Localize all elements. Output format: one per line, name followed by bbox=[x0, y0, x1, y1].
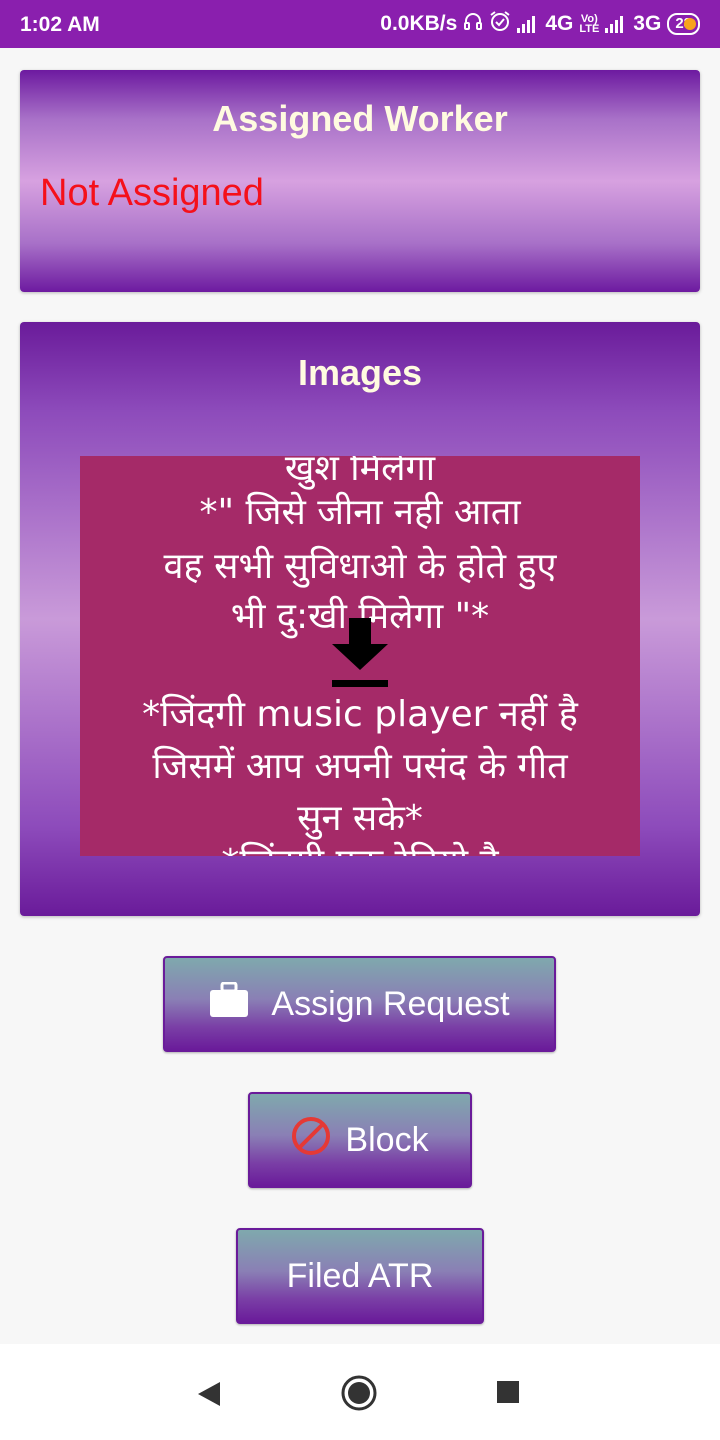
filed-atr-button[interactable]: Filed ATR bbox=[236, 1228, 484, 1324]
alarm-icon bbox=[489, 10, 511, 38]
battery-indicator: 28 bbox=[667, 13, 700, 35]
volte-label: Vo) LTE bbox=[579, 14, 600, 35]
filed-atr-label: Filed ATR bbox=[286, 1256, 434, 1295]
network-4g: 4G bbox=[545, 12, 574, 35]
signal-icon-2 bbox=[605, 15, 627, 33]
recents-icon[interactable] bbox=[496, 1380, 520, 1404]
image-text-line: वह सभी सुविधाओ के होते हुए bbox=[163, 546, 557, 587]
download-icon[interactable] bbox=[330, 616, 390, 692]
status-bar: 1:02 AM 0.0KB/s 4G Vo) LTE 3G 28 bbox=[0, 0, 720, 48]
image-text-line: सुन सके* bbox=[297, 798, 423, 839]
image-text-line: *जिंदगी music player नहीं है bbox=[142, 694, 578, 735]
assigned-worker-title: Assigned Worker bbox=[212, 98, 508, 139]
assign-request-label: Assign Request bbox=[271, 984, 510, 1023]
image-text-line: *" जिसे जीना नही आता bbox=[199, 492, 521, 533]
image-text-line: जिसमें आप अपनी पसंद के गीत bbox=[152, 746, 568, 787]
signal-icon-1 bbox=[517, 15, 539, 33]
images-card: Images खुश मिलेगा *" जिसे जीना नही आता व… bbox=[20, 322, 700, 916]
network-speed: 0.0KB/s bbox=[380, 12, 458, 35]
status-time: 1:02 AM bbox=[20, 13, 100, 36]
worker-status: Not Assigned bbox=[40, 172, 264, 214]
block-button[interactable]: Block bbox=[248, 1092, 472, 1188]
navigation-bar bbox=[0, 1344, 720, 1440]
volte-bottom: LTE bbox=[579, 23, 600, 35]
home-icon[interactable] bbox=[340, 1374, 378, 1412]
block-icon bbox=[291, 1116, 331, 1165]
block-label: Block bbox=[345, 1120, 429, 1159]
assign-request-button[interactable]: Assign Request bbox=[163, 956, 556, 1052]
assigned-worker-card: Assigned Worker Not Assigned bbox=[20, 70, 700, 292]
images-title: Images bbox=[297, 352, 423, 393]
status-icons: 0.0KB/s 4G Vo) LTE 3G 28 bbox=[380, 10, 700, 38]
image-text-line: *जिंदगी एक रेडियो है bbox=[80, 836, 640, 856]
headphones-icon bbox=[463, 11, 483, 37]
back-icon[interactable] bbox=[196, 1380, 222, 1408]
attached-image[interactable]: खुश मिलेगा *" जिसे जीना नही आता वह सभी स… bbox=[80, 456, 640, 856]
network-3g: 3G bbox=[633, 12, 662, 35]
battery-charge-icon bbox=[684, 18, 696, 30]
briefcase-icon bbox=[209, 981, 249, 1027]
